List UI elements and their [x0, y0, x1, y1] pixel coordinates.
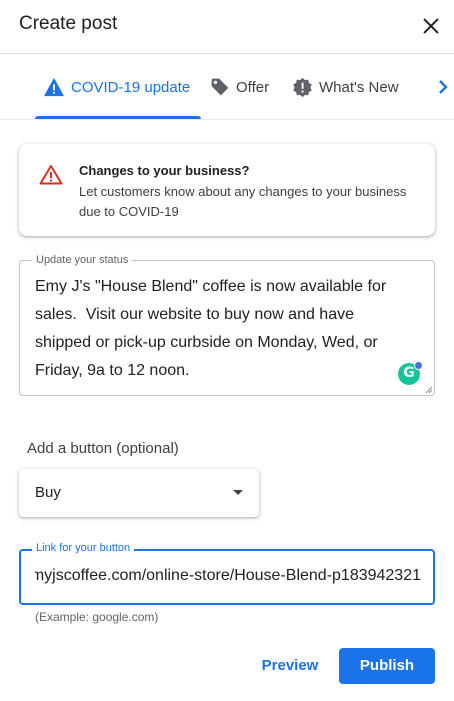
tag-icon [211, 78, 229, 96]
button-type-dropdown[interactable]: Buy [19, 469, 259, 517]
publish-button[interactable]: Publish [339, 648, 435, 684]
add-button-label: Add a button (optional) [27, 440, 179, 457]
dialog-title: Create post [19, 13, 118, 34]
resize-handle-icon[interactable] [424, 385, 433, 394]
status-textarea[interactable]: Update your status Emy J's "House Blend"… [19, 254, 435, 396]
warning-icon [39, 165, 63, 185]
link-helper-text: (Example: google.com) [35, 610, 159, 624]
tab-label: Offer [236, 78, 270, 96]
tab-offer[interactable]: Offer [210, 54, 270, 119]
tab-whats-new[interactable]: What's New [292, 54, 399, 119]
tab-covid-19-update[interactable]: COVID-19 update [43, 54, 191, 119]
new-badge-icon [293, 77, 312, 97]
active-tab-indicator [35, 116, 201, 119]
tab-label: What's New [319, 78, 399, 96]
warning-triangle-icon [44, 77, 64, 97]
grammarly-icon[interactable]: G [398, 361, 423, 385]
link-field-label: Link for your button [32, 542, 135, 554]
status-field-label: Update your status [32, 254, 133, 266]
status-text[interactable]: Emy J's "House Blend" coffee is now avai… [35, 273, 405, 385]
link-value[interactable]: https://emyjscoffee.com/online-store/Hou… [35, 567, 421, 585]
alert-title: Changes to your business? [79, 163, 250, 178]
tab-label: COVID-19 update [71, 78, 191, 96]
close-icon[interactable] [420, 15, 442, 37]
button-link-input[interactable]: Link for your button https://emyjscoffee… [19, 542, 435, 605]
dropdown-value: Buy [35, 484, 61, 501]
chevron-right-icon[interactable] [434, 76, 454, 98]
post-type-tabs: COVID-19 update Offer What's New [0, 54, 454, 120]
dialog-header: Create post [0, 0, 454, 54]
caret-down-icon [233, 490, 243, 495]
covid-info-card: Changes to your business? Let customers … [19, 144, 435, 236]
alert-body: Let customers know about any changes to … [79, 184, 407, 219]
preview-button[interactable]: Preview [252, 648, 328, 684]
